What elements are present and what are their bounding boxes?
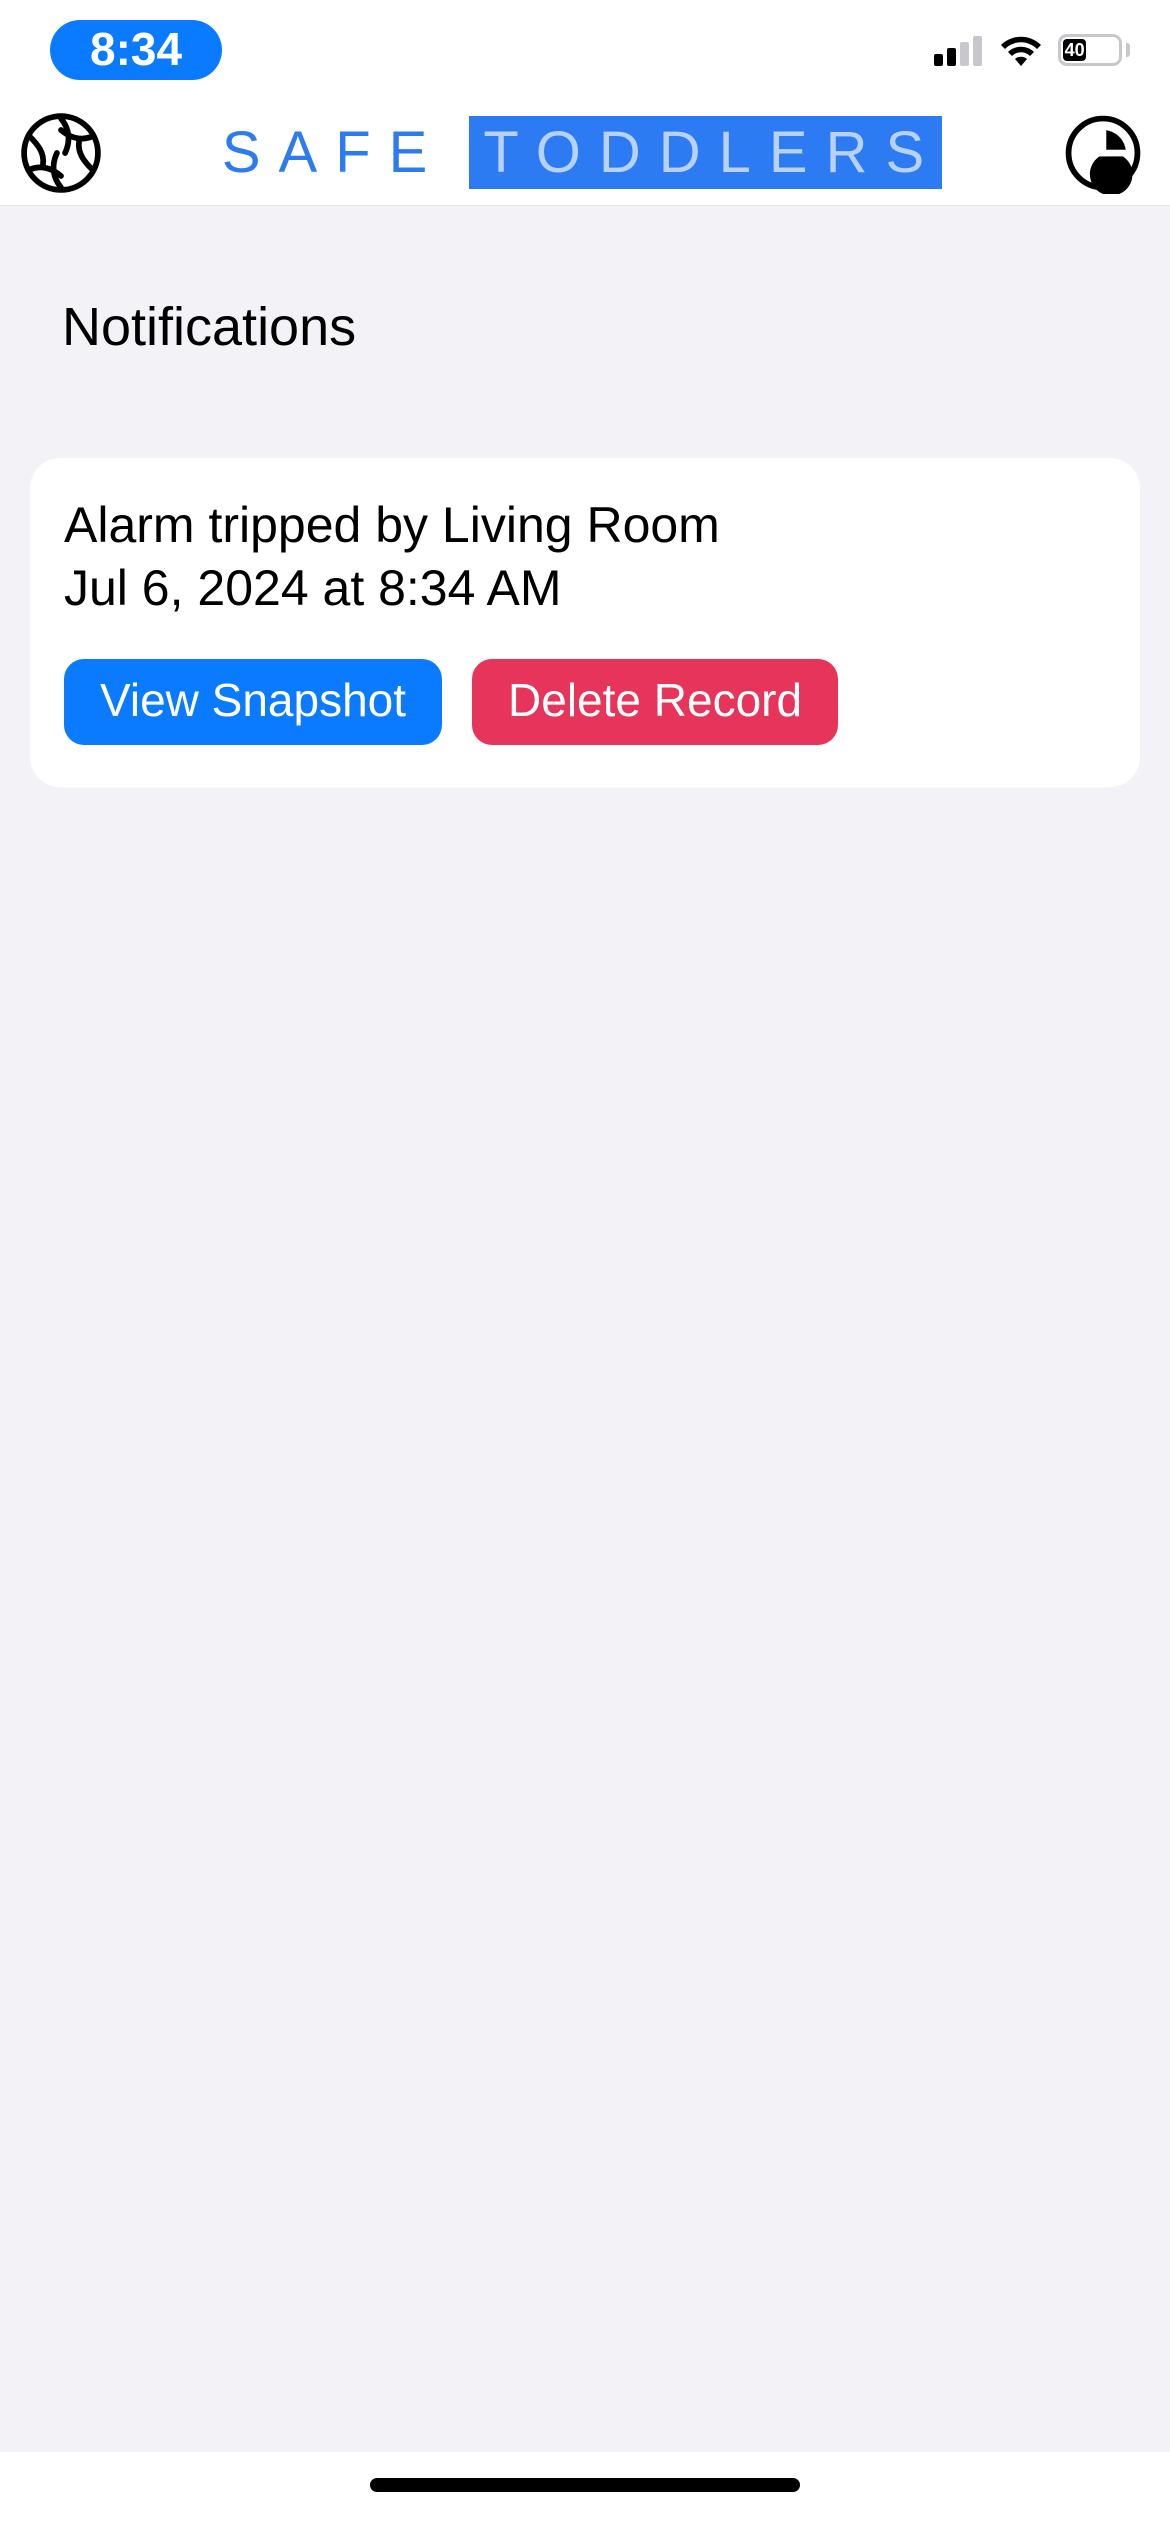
cellular-signal-icon xyxy=(934,34,984,66)
status-time[interactable]: 8:34 xyxy=(50,20,222,80)
battery-icon: 40 xyxy=(1058,34,1130,66)
notification-actions: View Snapshot Delete Record xyxy=(64,659,1106,745)
notification-title: Alarm tripped by Living Room xyxy=(64,494,1106,557)
status-right: 40 xyxy=(934,33,1130,67)
title-word-safe: SAFE xyxy=(222,119,446,186)
nav-header: SAFE TODDLERS xyxy=(0,100,1170,206)
home-indicator[interactable] xyxy=(370,2478,800,2492)
delete-record-button[interactable]: Delete Record xyxy=(472,659,838,745)
title-word-toddlers: TODDLERS xyxy=(469,116,942,189)
aperture-icon xyxy=(20,112,102,194)
bottom-bar xyxy=(0,2452,1170,2532)
pie-document-icon xyxy=(1062,112,1144,194)
app-title: SAFE TODDLERS xyxy=(222,116,942,189)
page-title: Notifications xyxy=(62,296,1110,358)
notification-timestamp: Jul 6, 2024 at 8:34 AM xyxy=(64,557,1106,620)
reports-button[interactable] xyxy=(1058,108,1148,198)
wifi-icon xyxy=(998,33,1044,67)
view-snapshot-button[interactable]: View Snapshot xyxy=(64,659,442,745)
content-area: Notifications Alarm tripped by Living Ro… xyxy=(0,206,1170,2452)
notification-card: Alarm tripped by Living Room Jul 6, 2024… xyxy=(30,458,1140,787)
status-bar: 8:34 40 xyxy=(0,0,1170,100)
battery-percent: 40 xyxy=(1065,41,1085,59)
camera-aperture-button[interactable] xyxy=(16,108,106,198)
